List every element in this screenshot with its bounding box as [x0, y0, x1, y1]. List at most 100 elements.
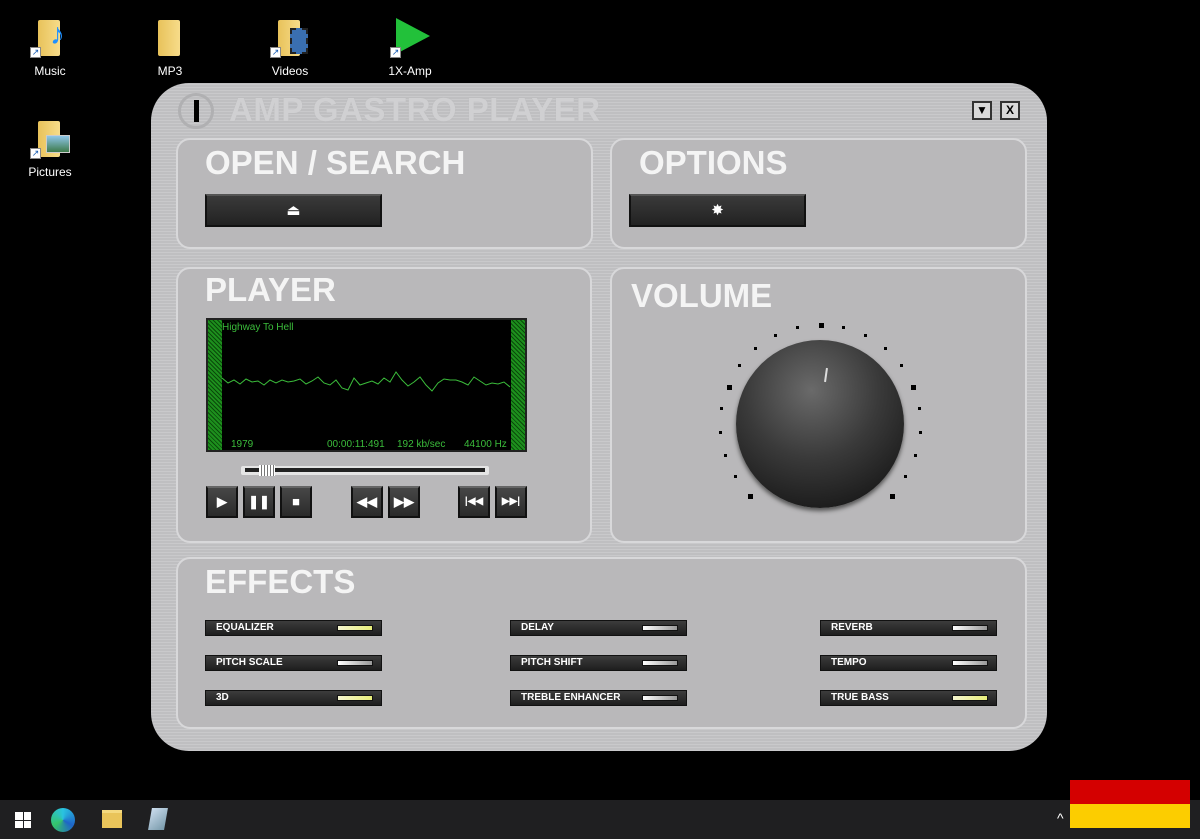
effect-toggle[interactable]: 3D — [205, 690, 382, 706]
seek-thumb[interactable] — [259, 465, 275, 476]
effect-toggle[interactable]: TREBLE ENHANCER — [510, 690, 687, 706]
desktop-icon-music[interactable]: ♪↗Music — [10, 18, 90, 78]
volume-tick — [748, 494, 753, 499]
volume-tick — [842, 326, 845, 329]
panel-heading: OPEN / SEARCH — [205, 144, 465, 182]
volume-tick — [884, 347, 887, 350]
volume-tick — [796, 326, 799, 329]
track-year: 1979 — [231, 439, 253, 450]
tray-chevron[interactable]: ^ — [1057, 810, 1064, 826]
volume-tick — [734, 475, 737, 478]
effect-indicator — [642, 695, 678, 701]
window-title: AMP GASTRO PLAYER — [229, 91, 601, 129]
effect-toggle[interactable]: REVERB — [820, 620, 997, 636]
effect-label: PITCH SHIFT — [521, 657, 583, 668]
panel-heading: VOLUME — [631, 277, 772, 315]
effect-label: TEMPO — [831, 657, 867, 668]
icon-label: Music — [34, 64, 65, 78]
rewind-button[interactable]: ◀◀ — [351, 486, 383, 518]
effect-indicator — [952, 695, 988, 701]
panel-heading: PLAYER — [205, 271, 336, 309]
folder-icon — [158, 20, 180, 56]
volume-tick — [904, 475, 907, 478]
shortcut-icon: ↗ — [390, 47, 401, 58]
stop-button[interactable]: ■ — [280, 486, 312, 518]
bitrate: 192 kb/sec — [397, 439, 445, 450]
minimize-button[interactable]: ▼ — [972, 101, 992, 120]
rewind-icon: ◀◀ — [357, 494, 377, 509]
volume-tick — [754, 347, 757, 350]
waveform — [222, 350, 512, 410]
volume-panel: VOLUME — [610, 267, 1027, 543]
volume-tick — [727, 385, 732, 390]
volume-tick — [918, 407, 921, 410]
effect-indicator — [642, 625, 678, 631]
player-panel: PLAYER Highway To Hell 1979 00:00:11:491… — [176, 267, 592, 543]
effect-label: TRUE BASS — [831, 692, 889, 703]
volume-tick — [819, 323, 824, 328]
start-button[interactable] — [15, 812, 31, 828]
desktop-icon-videos[interactable]: ↗Videos — [250, 18, 330, 78]
volume-tick — [774, 334, 777, 337]
app-taskbar-icon[interactable] — [148, 808, 168, 830]
level-bar-right — [511, 320, 525, 450]
icon-label: Pictures — [28, 165, 71, 179]
player-window: AMP GASTRO PLAYER ▼ X OPEN / SEARCH ⏏ OP… — [151, 83, 1047, 751]
previous-track-button[interactable]: |◀◀ — [458, 486, 490, 518]
effect-toggle[interactable]: PITCH SCALE — [205, 655, 382, 671]
effect-toggle[interactable]: TEMPO — [820, 655, 997, 671]
effect-indicator — [952, 660, 988, 666]
effect-toggle[interactable]: TRUE BASS — [820, 690, 997, 706]
visualizer-screen: Highway To Hell 1979 00:00:11:491 192 kb… — [206, 318, 527, 452]
open-search-panel: OPEN / SEARCH ⏏ — [176, 138, 593, 249]
effect-indicator — [337, 660, 373, 666]
taskbar: ^ — [0, 800, 1200, 839]
volume-knob[interactable] — [736, 340, 904, 508]
knob-indicator — [824, 368, 828, 382]
desktop-icon-mp3[interactable]: MP3 — [130, 18, 210, 78]
app-logo-icon — [178, 93, 214, 129]
effect-indicator — [337, 625, 373, 631]
volume-tick — [919, 431, 922, 434]
volume-tick — [724, 454, 727, 457]
level-bar-left — [208, 320, 222, 450]
fast-forward-button[interactable]: ▶▶ — [388, 486, 420, 518]
options-panel: OPTIONS ✸ — [610, 138, 1027, 249]
volume-tick — [738, 364, 741, 367]
effect-label: REVERB — [831, 622, 873, 633]
file-explorer-icon[interactable] — [102, 810, 122, 828]
edge-icon[interactable] — [51, 808, 75, 832]
track-title: Highway To Hell — [222, 322, 294, 333]
volume-tick — [900, 364, 903, 367]
volume-tick — [890, 494, 895, 499]
volume-tick — [914, 454, 917, 457]
desktop-icon-pictures[interactable]: ↗Pictures — [10, 119, 90, 179]
options-button[interactable]: ✸ — [629, 194, 806, 227]
pause-button[interactable]: ❚❚ — [243, 486, 275, 518]
fast-forward-icon: ▶▶ — [394, 494, 414, 509]
desktop-icon-1x-amp[interactable]: ↗ 1X-Amp — [370, 18, 450, 78]
effect-indicator — [952, 625, 988, 631]
effect-toggle[interactable]: EQUALIZER — [205, 620, 382, 636]
skip-forward-icon: ▶▶| — [502, 496, 520, 507]
volume-tick — [911, 385, 916, 390]
next-track-button[interactable]: ▶▶| — [495, 486, 527, 518]
seek-slider[interactable] — [241, 466, 489, 475]
effects-panel: EFFECTS EQUALIZERDELAYREVERBPITCH SCALEP… — [176, 557, 1027, 729]
effect-label: TREBLE ENHANCER — [521, 692, 620, 703]
icon-label: 1X-Amp — [388, 64, 431, 78]
skip-back-icon: |◀◀ — [465, 496, 483, 507]
effect-toggle[interactable]: DELAY — [510, 620, 687, 636]
gear-icon: ✸ — [711, 202, 724, 219]
volume-tick — [719, 431, 722, 434]
play-button[interactable]: ▶ — [206, 486, 238, 518]
close-button[interactable]: X — [1000, 101, 1020, 120]
stop-icon: ■ — [292, 494, 300, 509]
effect-toggle[interactable]: PITCH SHIFT — [510, 655, 687, 671]
icon-label: MP3 — [158, 64, 183, 78]
effect-indicator — [337, 695, 373, 701]
volume-tick — [864, 334, 867, 337]
effect-label: EQUALIZER — [216, 622, 274, 633]
play-logo-icon — [396, 18, 430, 54]
open-button[interactable]: ⏏ — [205, 194, 382, 227]
